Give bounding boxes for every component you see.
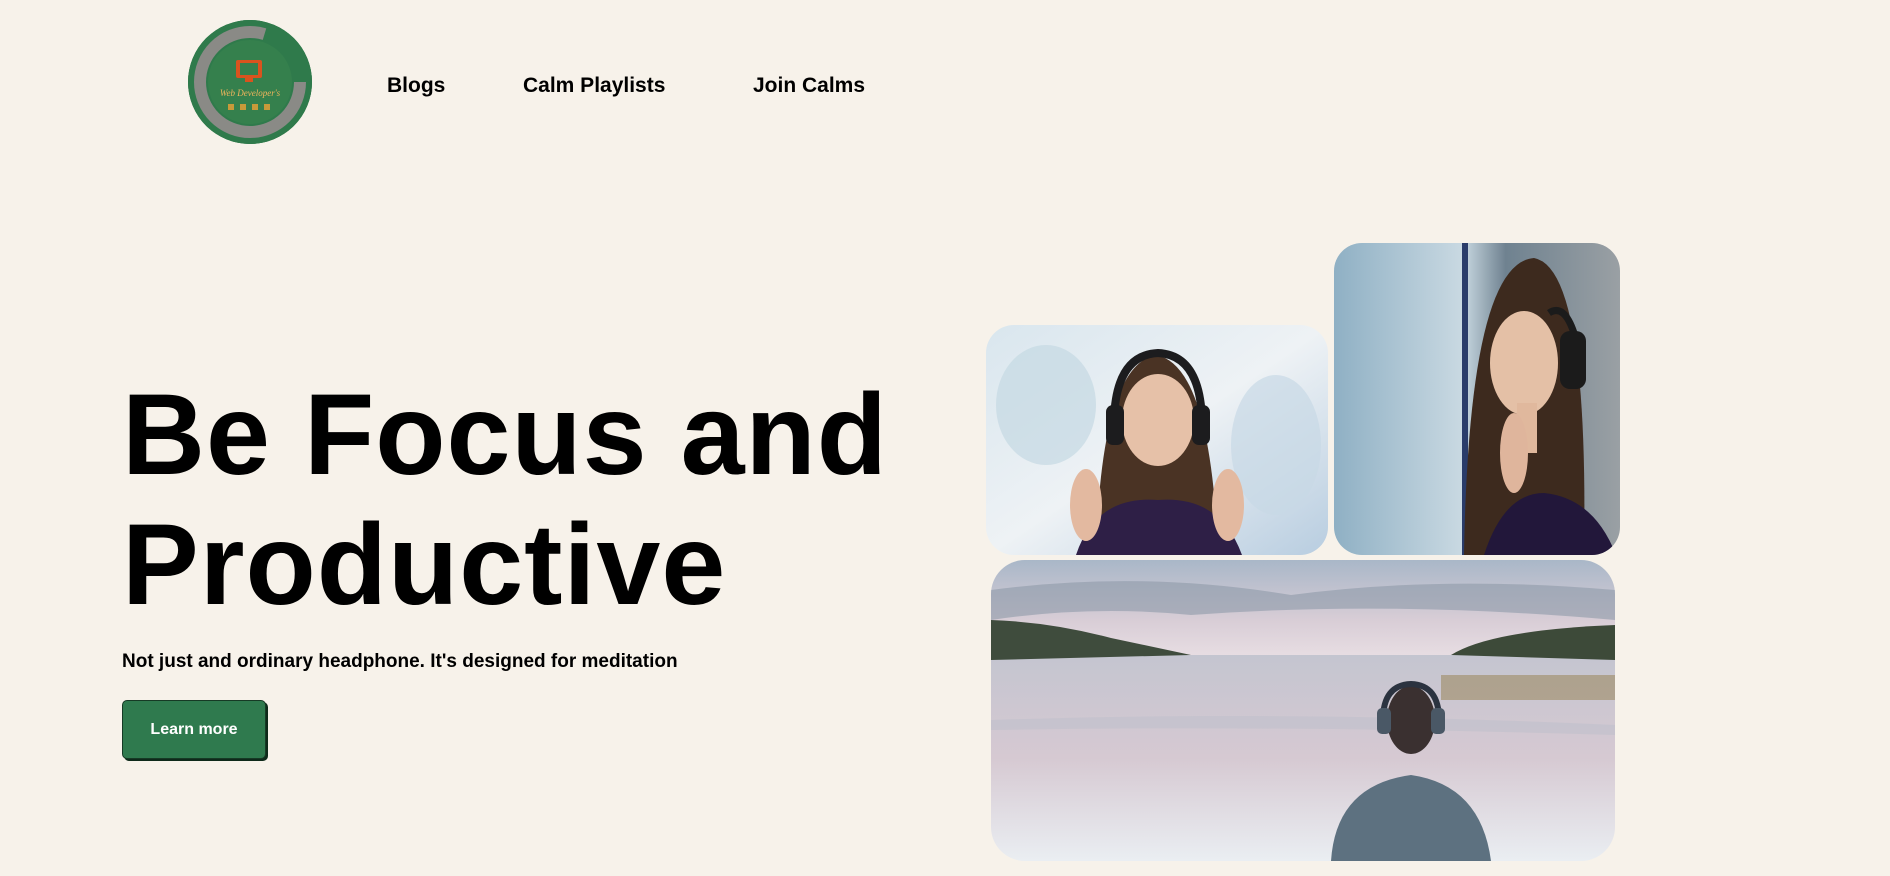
nav-link-blogs[interactable]: Blogs	[387, 74, 445, 98]
learn-more-button[interactable]: Learn more	[122, 700, 266, 759]
nav-link-join-calms[interactable]: Join Calms	[753, 74, 865, 98]
photo-woman-frosted-window	[986, 325, 1328, 555]
hero-subtitle: Not just and ordinary headphone. It's de…	[122, 651, 678, 672]
photo-woman-rainy-window	[1334, 243, 1620, 555]
logo-text: Web Developer's	[219, 88, 281, 98]
photo-man-by-lake	[991, 560, 1615, 861]
hero-title: Be Focus and Productive	[122, 371, 889, 629]
site-logo[interactable]: Web Developer's	[188, 20, 312, 144]
nav-link-calm-playlists[interactable]: Calm Playlists	[523, 74, 665, 98]
logo-mark-icon	[188, 20, 312, 144]
